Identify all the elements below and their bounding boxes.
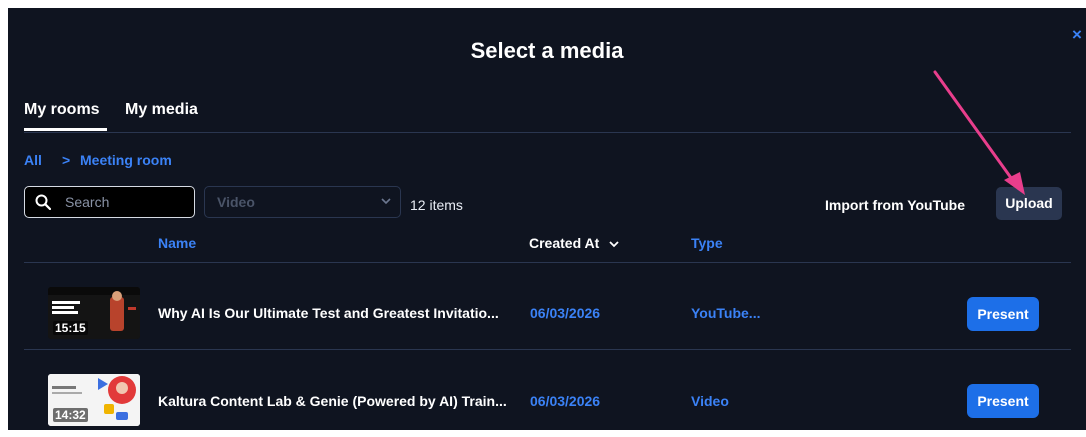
present-button[interactable]: Present — [967, 384, 1039, 418]
chevron-down-icon — [381, 198, 391, 205]
row-divider — [24, 349, 1071, 350]
media-type-value: Video — [217, 194, 255, 210]
tabs-divider — [24, 132, 1071, 133]
breadcrumb-current[interactable]: Meeting room — [80, 152, 172, 168]
media-name: Why AI Is Our Ultimate Test and Greatest… — [158, 305, 499, 321]
dialog-title: Select a media — [470, 38, 624, 63]
video-thumbnail: 15:15 — [48, 287, 140, 339]
item-count: 12 items — [410, 197, 463, 213]
breadcrumb-all[interactable]: All — [24, 152, 42, 168]
media-created-date: 06/03/2026 — [530, 305, 601, 321]
search-placeholder: Search — [65, 194, 110, 210]
column-header-created-at[interactable]: Created At — [529, 235, 619, 251]
video-duration: 15:15 — [53, 321, 88, 335]
media-type: YouTube... — [691, 305, 761, 321]
video-duration: 14:32 — [53, 408, 88, 422]
column-header-type[interactable]: Type — [691, 235, 723, 251]
select-media-dialog: × Select a media My rooms My media All >… — [8, 8, 1086, 430]
media-type-select[interactable]: Video — [204, 186, 401, 218]
video-thumbnail: 14:32 — [48, 374, 140, 426]
present-button[interactable]: Present — [967, 297, 1039, 331]
tab-my-media[interactable]: My media — [125, 101, 198, 119]
table-row[interactable]: 14:32 Kaltura Content Lab & Genie (Power… — [24, 351, 1071, 437]
column-header-created-label: Created At — [529, 235, 600, 251]
sort-chevron-icon — [609, 241, 619, 248]
annotation-arrow — [933, 70, 1025, 195]
media-created-date: 06/03/2026 — [530, 393, 601, 409]
table-row[interactable]: 15:15 Why AI Is Our Ultimate Test and Gr… — [24, 264, 1071, 350]
active-tab-indicator — [24, 128, 107, 131]
breadcrumb-separator: > — [62, 152, 71, 168]
media-name: Kaltura Content Lab & Genie (Powered by … — [158, 393, 507, 409]
search-input[interactable]: Search — [24, 186, 195, 218]
media-type: Video — [691, 393, 729, 409]
header-divider — [24, 262, 1071, 263]
search-icon — [35, 194, 51, 210]
tab-my-rooms[interactable]: My rooms — [24, 101, 100, 119]
column-header-name[interactable]: Name — [158, 235, 196, 251]
